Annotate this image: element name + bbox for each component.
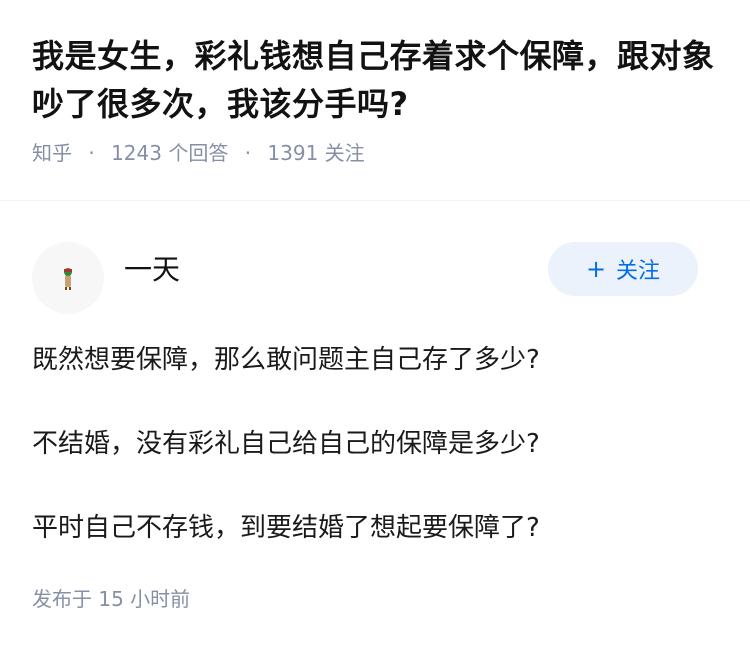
question-title[interactable]: 我是女生，彩礼钱想自己存着求个保障，跟对象吵了很多次，我该分手吗? bbox=[32, 32, 718, 128]
small-figure-avatar-icon bbox=[64, 268, 72, 290]
avatar[interactable] bbox=[32, 242, 104, 314]
publish-time: 发布于 15 小时前 bbox=[32, 587, 191, 611]
follow-button-label: 关注 bbox=[616, 259, 661, 284]
author-name[interactable]: 一天 bbox=[124, 252, 180, 288]
source-label[interactable]: 知乎 bbox=[32, 141, 72, 165]
question-meta: 知乎 · 1243 个回答 · 1391 关注 bbox=[32, 138, 718, 168]
answer-paragraph: 不结婚，没有彩礼自己给自己的保障是多少? bbox=[32, 429, 540, 459]
answer-count[interactable]: 1243 个回答 bbox=[111, 141, 228, 165]
meta-separator: · bbox=[88, 141, 95, 165]
follow-button[interactable]: + 关注 bbox=[548, 242, 698, 296]
author-row: 一天 + 关注 bbox=[0, 200, 750, 320]
follower-count[interactable]: 1391 关注 bbox=[267, 141, 364, 165]
answer-card: 一天 + 关注 既然想要保障，那么敢问题主自己存了多少? 不结婚，没有彩礼自己给… bbox=[0, 200, 750, 543]
meta-separator: · bbox=[244, 141, 252, 165]
answer-content: 既然想要保障，那么敢问题主自己存了多少? 不结婚，没有彩礼自己给自己的保障是多少… bbox=[32, 338, 722, 590]
answer-paragraph: 既然想要保障，那么敢问题主自己存了多少? bbox=[32, 345, 540, 375]
answer-paragraph: 平时自己不存钱，到要结婚了想起要保障了? bbox=[32, 513, 540, 543]
plus-icon: + bbox=[585, 255, 607, 283]
question-header: 我是女生，彩礼钱想自己存着求个保障，跟对象吵了很多次，我该分手吗? 知乎 · 1… bbox=[0, 0, 750, 168]
